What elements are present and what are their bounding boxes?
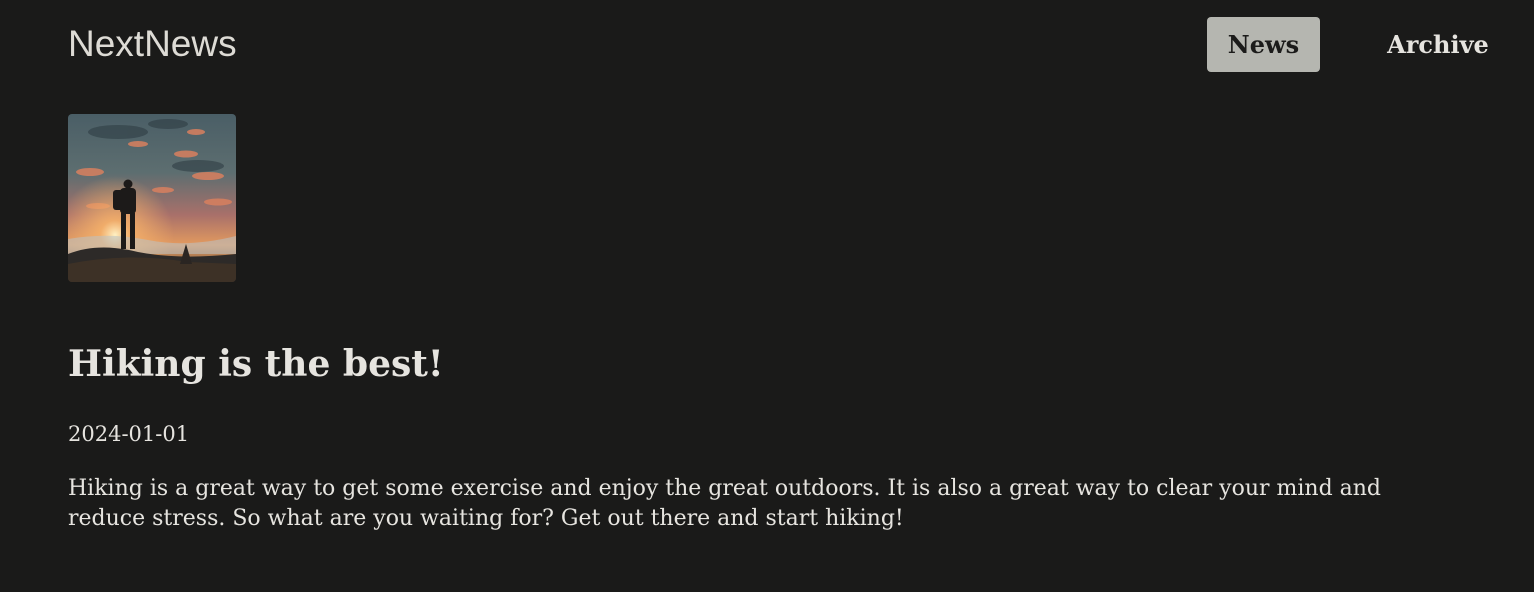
article-image (68, 114, 236, 282)
article-date: 2024-01-01 (68, 422, 190, 446)
article-title: Hiking is the best! (68, 343, 444, 385)
nav-news-link[interactable]: News (1207, 17, 1320, 72)
news-article: Hiking is the best! 2024-01-01 Hiking is… (68, 114, 1468, 531)
site-logo[interactable]: NextNews (68, 22, 237, 66)
site-header: NextNews News Archive (0, 0, 1534, 88)
nav-archive-link[interactable]: Archive (1371, 17, 1505, 72)
article-body: Hiking is a great way to get some exerci… (68, 476, 1382, 531)
